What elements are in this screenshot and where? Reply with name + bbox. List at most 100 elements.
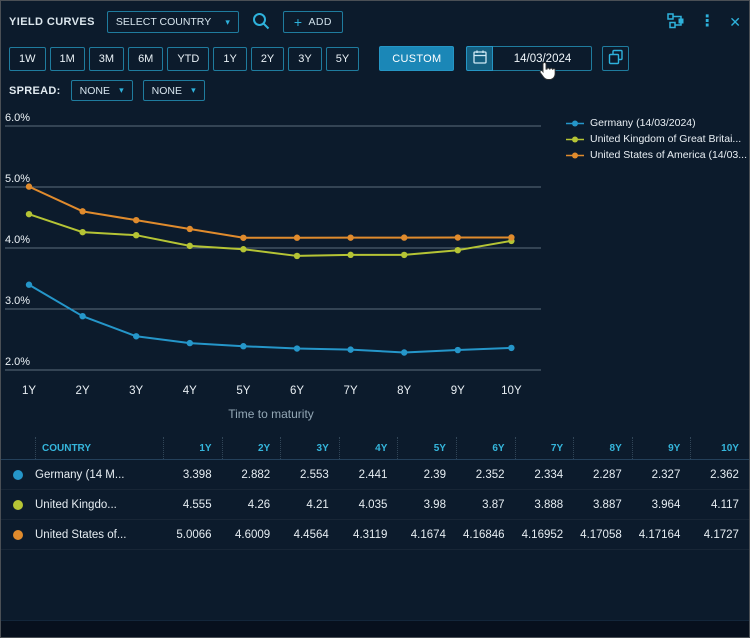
calendar-button[interactable] bbox=[466, 46, 493, 71]
legend-marker-icon bbox=[565, 119, 585, 128]
series-color-dot bbox=[1, 520, 35, 549]
period-1w-button[interactable]: 1W bbox=[9, 47, 46, 71]
yield-value: 4.4564 bbox=[280, 520, 339, 549]
table-header-7y[interactable]: 7Y bbox=[515, 437, 574, 459]
country-name: United States of... bbox=[35, 520, 163, 549]
yield-table: COUNTRY1Y2Y3Y4Y5Y6Y7Y8Y9Y10Y Germany (14… bbox=[1, 437, 749, 550]
svg-text:2.0%: 2.0% bbox=[5, 356, 30, 368]
legend-label: Germany (14/03/2024) bbox=[590, 117, 696, 129]
search-button[interactable] bbox=[251, 11, 271, 34]
spread-dropdown-2-value: NONE bbox=[152, 85, 182, 97]
period-bar: 1W1M3M6MYTD1Y2Y3Y5Y CUSTOM 14/03/2024 bbox=[9, 45, 741, 72]
svg-text:6Y: 6Y bbox=[290, 385, 304, 397]
table-header-6y[interactable]: 6Y bbox=[456, 437, 515, 459]
yield-value: 4.26 bbox=[222, 490, 281, 519]
series-color-dot bbox=[1, 460, 35, 489]
compare-icon bbox=[667, 13, 685, 32]
table-header-country[interactable]: COUNTRY bbox=[35, 437, 163, 459]
yield-value: 2.287 bbox=[573, 460, 632, 489]
period-ytd-button[interactable]: YTD bbox=[167, 47, 209, 71]
table-header-3y[interactable]: 3Y bbox=[280, 437, 339, 459]
table-header-10y[interactable]: 10Y bbox=[690, 437, 749, 459]
legend-item-0[interactable]: Germany (14/03/2024) bbox=[565, 117, 747, 129]
yield-value: 2.362 bbox=[690, 460, 749, 489]
yield-value: 2.39 bbox=[397, 460, 456, 489]
table-header-color-column bbox=[1, 437, 35, 459]
chevron-down-icon: ▾ bbox=[191, 86, 196, 95]
legend-marker-icon bbox=[565, 135, 585, 144]
yield-value: 5.0066 bbox=[163, 520, 222, 549]
yield-value: 4.21 bbox=[280, 490, 339, 519]
table-header-row: COUNTRY1Y2Y3Y4Y5Y6Y7Y8Y9Y10Y bbox=[1, 437, 749, 460]
period-3m-button[interactable]: 3M bbox=[89, 47, 124, 71]
yield-value: 4.555 bbox=[163, 490, 222, 519]
kebab-icon: ⋮ bbox=[699, 13, 715, 30]
svg-text:2Y: 2Y bbox=[76, 385, 90, 397]
period-6m-button[interactable]: 6M bbox=[128, 47, 163, 71]
period-1y-button[interactable]: 1Y bbox=[213, 47, 246, 71]
header-bar: YIELD CURVES SELECT COUNTRY ▾ + ADD bbox=[9, 9, 741, 35]
yield-value: 4.3119 bbox=[339, 520, 398, 549]
spread-label: SPREAD: bbox=[9, 85, 61, 97]
yield-value: 4.1727 bbox=[690, 520, 749, 549]
yield-value: 2.352 bbox=[456, 460, 515, 489]
close-icon: ✕ bbox=[729, 14, 741, 30]
table-row-1[interactable]: United Kingdo...4.5554.264.214.0353.983.… bbox=[1, 490, 749, 520]
yield-value: 2.441 bbox=[339, 460, 398, 489]
svg-text:4Y: 4Y bbox=[183, 385, 197, 397]
spread-dropdown-1-value: NONE bbox=[80, 85, 110, 97]
compare-button[interactable] bbox=[667, 13, 685, 32]
svg-text:3.0%: 3.0% bbox=[5, 295, 30, 307]
period-5y-button[interactable]: 5Y bbox=[326, 47, 359, 71]
svg-text:1Y: 1Y bbox=[22, 385, 36, 397]
table-row-0[interactable]: Germany (14 M...3.3982.8822.5532.4412.39… bbox=[1, 460, 749, 490]
svg-text:7Y: 7Y bbox=[344, 385, 358, 397]
add-button[interactable]: + ADD bbox=[283, 11, 343, 33]
yield-curves-widget: YIELD CURVES SELECT COUNTRY ▾ + ADD bbox=[0, 0, 750, 638]
chart-legend: Germany (14/03/2024) United Kingdom of Gr… bbox=[565, 117, 747, 165]
table-header-8y[interactable]: 8Y bbox=[573, 437, 632, 459]
legend-label: United States of America (14/03... bbox=[590, 149, 747, 161]
x-axis-title: Time to maturity bbox=[1, 407, 541, 421]
table-header-9y[interactable]: 9Y bbox=[632, 437, 691, 459]
page-title: YIELD CURVES bbox=[9, 16, 95, 28]
table-header-1y[interactable]: 1Y bbox=[163, 437, 222, 459]
svg-text:5.0%: 5.0% bbox=[5, 173, 30, 185]
svg-text:4.0%: 4.0% bbox=[5, 234, 30, 246]
period-1m-button[interactable]: 1M bbox=[50, 47, 85, 71]
table-header-4y[interactable]: 4Y bbox=[339, 437, 398, 459]
yield-value: 4.6009 bbox=[222, 520, 281, 549]
yield-value: 2.327 bbox=[632, 460, 691, 489]
period-2y-button[interactable]: 2Y bbox=[251, 47, 284, 71]
svg-text:3Y: 3Y bbox=[129, 385, 143, 397]
yield-value: 4.16846 bbox=[456, 520, 515, 549]
date-input[interactable]: 14/03/2024 bbox=[493, 46, 592, 71]
close-button[interactable]: ✕ bbox=[729, 15, 741, 29]
legend-label: United Kingdom of Great Britai... bbox=[590, 133, 741, 145]
yield-value: 2.334 bbox=[515, 460, 574, 489]
country-name: United Kingdo... bbox=[35, 490, 163, 519]
table-header-5y[interactable]: 5Y bbox=[397, 437, 456, 459]
table-row-2[interactable]: United States of...5.00664.60094.45644.3… bbox=[1, 520, 749, 550]
spread-dropdown-2[interactable]: NONE ▾ bbox=[143, 80, 205, 101]
period-custom-button[interactable]: CUSTOM bbox=[379, 46, 454, 71]
country-select[interactable]: SELECT COUNTRY ▾ bbox=[107, 11, 239, 33]
svg-text:8Y: 8Y bbox=[397, 385, 411, 397]
legend-item-1[interactable]: United Kingdom of Great Britai... bbox=[565, 133, 747, 145]
yield-value: 4.16952 bbox=[515, 520, 574, 549]
yield-value: 2.553 bbox=[280, 460, 339, 489]
footer-strip bbox=[1, 620, 749, 637]
yield-value: 4.17164 bbox=[632, 520, 691, 549]
yield-value: 4.1674 bbox=[397, 520, 456, 549]
duplicate-button[interactable] bbox=[602, 46, 629, 71]
legend-item-2[interactable]: United States of America (14/03... bbox=[565, 149, 747, 161]
spread-dropdown-1[interactable]: NONE ▾ bbox=[71, 80, 133, 101]
table-header-2y[interactable]: 2Y bbox=[222, 437, 281, 459]
yield-value: 3.887 bbox=[573, 490, 632, 519]
svg-text:9Y: 9Y bbox=[451, 385, 465, 397]
country-name: Germany (14 M... bbox=[35, 460, 163, 489]
period-3y-button[interactable]: 3Y bbox=[288, 47, 321, 71]
yield-value: 3.398 bbox=[163, 460, 222, 489]
yield-value: 3.87 bbox=[456, 490, 515, 519]
menu-button[interactable]: ⋮ bbox=[699, 14, 715, 30]
